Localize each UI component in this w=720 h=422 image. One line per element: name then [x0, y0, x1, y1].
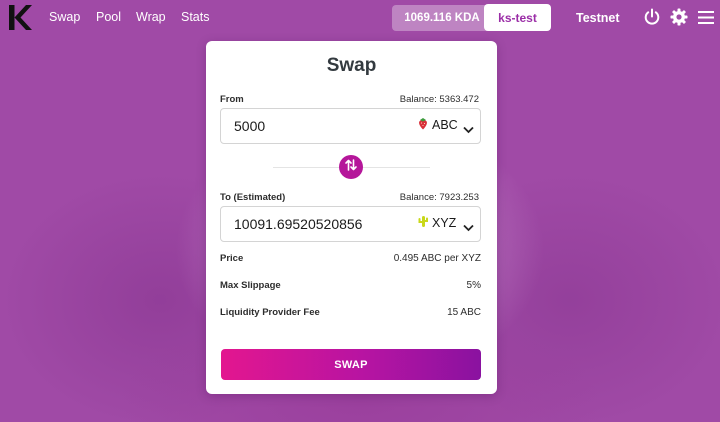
from-balance: Balance: 5363.472 — [399, 94, 479, 105]
to-token-symbol: XYZ — [432, 216, 457, 230]
to-amount-value[interactable]: 10091.69520520856 — [234, 216, 362, 232]
to-balance: Balance: 7923.253 — [399, 192, 479, 203]
swap-button[interactable]: SWAP — [221, 349, 481, 380]
gear-icon[interactable] — [670, 8, 688, 31]
nav-link-pool[interactable]: Pool — [96, 10, 121, 24]
top-nav: Swap Pool Wrap Stats 1069.116 KDA ks-tes… — [0, 0, 720, 36]
chevron-down-icon[interactable] — [463, 219, 474, 237]
from-token-selector[interactable]: ABC — [417, 117, 458, 133]
to-token-selector[interactable]: XYZ — [417, 215, 456, 231]
swap-title: Swap — [326, 55, 377, 76]
price-label: Price — [220, 253, 244, 264]
cactus-icon — [417, 215, 429, 231]
chevron-down-icon[interactable] — [463, 121, 474, 139]
from-label: From — [220, 94, 244, 105]
nav-link-stats[interactable]: Stats — [181, 10, 210, 24]
strawberry-icon — [417, 117, 429, 133]
network-label: Testnet — [576, 11, 620, 25]
logo-k-icon[interactable] — [8, 4, 32, 31]
from-token-symbol: ABC — [432, 118, 458, 132]
hamburger-menu-icon[interactable] — [697, 10, 715, 30]
nav-link-wrap[interactable]: Wrap — [136, 10, 166, 24]
lp-fee-value: 15 ABC — [447, 307, 481, 318]
swap-card: Swap From Balance: 5363.472 5000 ABC To … — [206, 41, 497, 394]
to-amount-input[interactable]: 10091.69520520856 XYZ — [220, 206, 481, 242]
swap-direction-button[interactable] — [339, 155, 363, 179]
lp-fee-label: Liquidity Provider Fee — [220, 307, 320, 318]
account-button[interactable]: ks-test — [484, 4, 551, 31]
kda-balance: 1069.116 KDA — [392, 5, 492, 31]
from-amount-input[interactable]: 5000 ABC — [220, 108, 481, 144]
swap-arrows-icon — [344, 158, 358, 177]
power-icon[interactable] — [643, 8, 661, 31]
max-slippage-value: 5% — [466, 280, 481, 291]
to-label: To (Estimated) — [220, 192, 286, 203]
from-amount-value[interactable]: 5000 — [234, 118, 265, 134]
max-slippage-label: Max Slippage — [220, 280, 281, 291]
price-value: 0.495 ABC per XYZ — [393, 253, 481, 264]
nav-link-swap[interactable]: Swap — [49, 10, 80, 24]
